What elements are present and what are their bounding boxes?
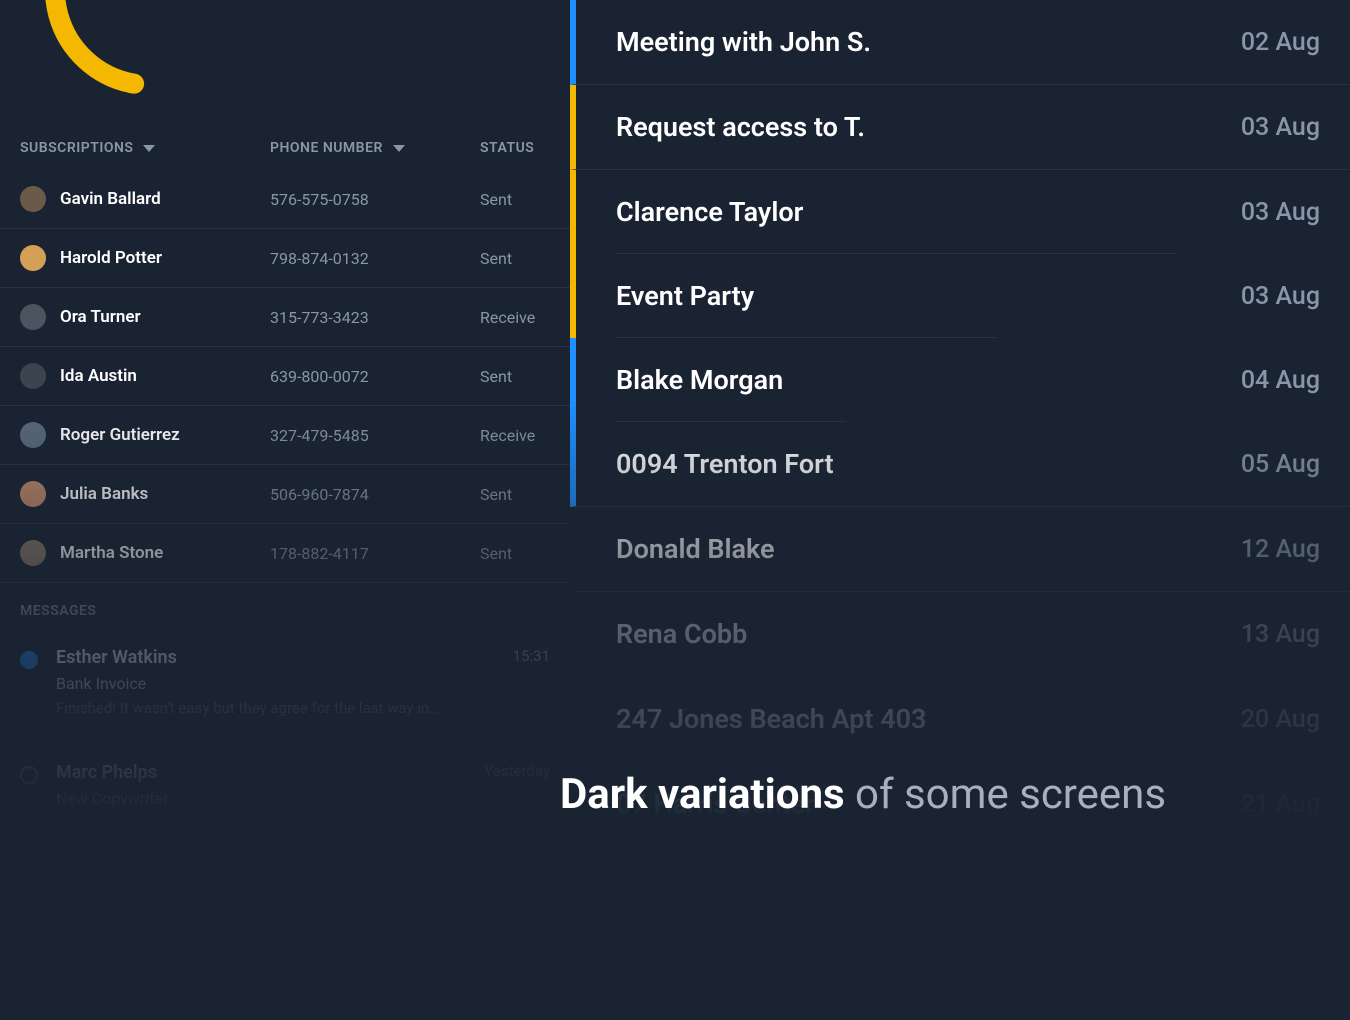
event-item[interactable]: 0094 Trenton Fort 05 Aug — [570, 422, 1350, 507]
event-title: Event Party — [616, 280, 754, 312]
avatar — [20, 186, 46, 212]
message-sender: Marc Phelps — [56, 762, 157, 783]
subscriber-name: Roger Gutierrez — [60, 425, 180, 445]
status-value: Sent — [480, 190, 550, 209]
table-row[interactable]: Harold Potter 798-874-0132 Sent — [0, 229, 570, 288]
message-subject: New Copywriter — [56, 789, 550, 808]
event-title: Request access to T. — [616, 111, 865, 143]
avatar — [20, 540, 46, 566]
event-item[interactable]: Meeting with John S. 02 Aug — [570, 0, 1350, 85]
status-value: Sent — [480, 249, 550, 268]
event-title: 0094 Trenton Fort — [616, 448, 834, 480]
message-subject: Bank Invoice — [56, 674, 550, 693]
event-item[interactable]: Clarence Taylor 03 Aug — [570, 170, 1350, 254]
read-dot-icon — [20, 766, 38, 784]
event-date: 13 Aug — [1241, 620, 1320, 649]
avatar — [20, 363, 46, 389]
event-date: 04 Aug — [1241, 366, 1320, 395]
table-row[interactable]: Roger Gutierrez 327-479-5485 Receive — [0, 406, 570, 465]
phone-number: 506-960-7874 — [270, 485, 480, 504]
event-item[interactable]: 247 Jones Beach Apt 403 20 Aug — [570, 677, 1350, 762]
sort-icon — [143, 145, 155, 152]
avatar — [20, 422, 46, 448]
event-title: Meeting with John S. — [616, 26, 871, 58]
sort-icon — [393, 145, 405, 152]
subscriber-name: Ora Turner — [60, 307, 141, 327]
event-title: Blake Morgan — [616, 364, 783, 396]
column-header-subscriptions[interactable]: SUBSCRIPTIONS — [20, 140, 270, 156]
avatar — [20, 245, 46, 271]
event-item[interactable]: Blake Morgan 04 Aug — [570, 338, 1350, 422]
subscriber-name: Harold Potter — [60, 248, 162, 268]
subscriber-name: Gavin Ballard — [60, 189, 161, 209]
message-preview: Finished! It wasn't easy but they agree … — [56, 699, 550, 717]
messages-header: MESSAGES — [20, 603, 550, 619]
logo-area — [0, 0, 570, 120]
event-item[interactable]: Donald Blake 12 Aug — [570, 507, 1350, 592]
event-date: 20 Aug — [1241, 705, 1320, 734]
table-row[interactable]: Martha Stone 178-882-4117 Sent — [0, 524, 570, 583]
event-date: 12 Aug — [1241, 535, 1320, 564]
table-row[interactable]: Ida Austin 639-800-0072 Sent — [0, 347, 570, 406]
avatar — [20, 481, 46, 507]
divider — [56, 739, 186, 740]
phone-number: 178-882-4117 — [270, 544, 480, 563]
column-header-label: PHONE NUMBER — [270, 140, 383, 156]
subscriber-name: Martha Stone — [60, 543, 163, 563]
table-row[interactable]: Ora Turner 315-773-3423 Receive — [0, 288, 570, 347]
logo-icon — [30, 0, 270, 110]
event-date: 03 Aug — [1241, 113, 1320, 142]
event-date: 02 Aug — [1241, 28, 1320, 57]
phone-number: 315-773-3423 — [270, 308, 480, 327]
event-date: 03 Aug — [1241, 282, 1320, 311]
column-header-label: SUBSCRIPTIONS — [20, 140, 133, 156]
caption: Dark variations of some screens — [560, 770, 1166, 819]
message-preview: I'm sending you few examples of ours new… — [56, 814, 550, 832]
phone-number: 576-575-0758 — [270, 190, 480, 209]
column-header-phone[interactable]: PHONE NUMBER — [270, 140, 480, 156]
event-item[interactable]: Rena Cobb 13 Aug — [570, 592, 1350, 677]
column-header-status[interactable]: STATUS — [480, 140, 550, 156]
event-title: Clarence Taylor — [616, 196, 803, 228]
status-value: Sent — [480, 485, 550, 504]
subscriber-name: Ida Austin — [60, 366, 137, 386]
table-header: SUBSCRIPTIONS PHONE NUMBER STATUS — [0, 120, 570, 170]
event-item[interactable]: Event Party 03 Aug — [570, 254, 1350, 338]
avatar — [20, 304, 46, 330]
phone-number: 327-479-5485 — [270, 426, 480, 445]
status-value: Receive — [480, 426, 550, 445]
event-date: 21 Aug — [1241, 790, 1320, 819]
phone-number: 798-874-0132 — [270, 249, 480, 268]
event-title: 247 Jones Beach Apt 403 — [616, 703, 926, 735]
status-value: Sent — [480, 544, 550, 563]
message-sender: Esther Watkins — [56, 647, 177, 668]
message-item[interactable]: Esther Watkins 15:31 Bank Invoice Finish… — [20, 637, 550, 727]
table-row[interactable]: Gavin Ballard 576-575-0758 Sent — [0, 170, 570, 229]
event-date: 03 Aug — [1241, 198, 1320, 227]
column-header-label: STATUS — [480, 140, 534, 156]
table-row[interactable]: Julia Banks 506-960-7874 Sent — [0, 465, 570, 524]
subscriber-name: Julia Banks — [60, 484, 148, 504]
message-time: Yesterday — [484, 762, 550, 783]
message-item[interactable]: Marc Phelps Yesterday New Copywriter I'm… — [20, 752, 550, 842]
caption-bold: Dark variations — [560, 770, 845, 819]
event-date: 05 Aug — [1241, 450, 1320, 479]
unread-dot-icon — [20, 651, 38, 669]
event-item[interactable]: Request access to T. 03 Aug — [570, 85, 1350, 170]
caption-rest: of some screens — [845, 770, 1166, 819]
status-value: Receive — [480, 308, 550, 327]
status-value: Sent — [480, 367, 550, 386]
phone-number: 639-800-0072 — [270, 367, 480, 386]
event-title: Donald Blake — [616, 533, 775, 565]
event-title: Rena Cobb — [616, 618, 747, 650]
message-time: 15:31 — [513, 647, 550, 668]
